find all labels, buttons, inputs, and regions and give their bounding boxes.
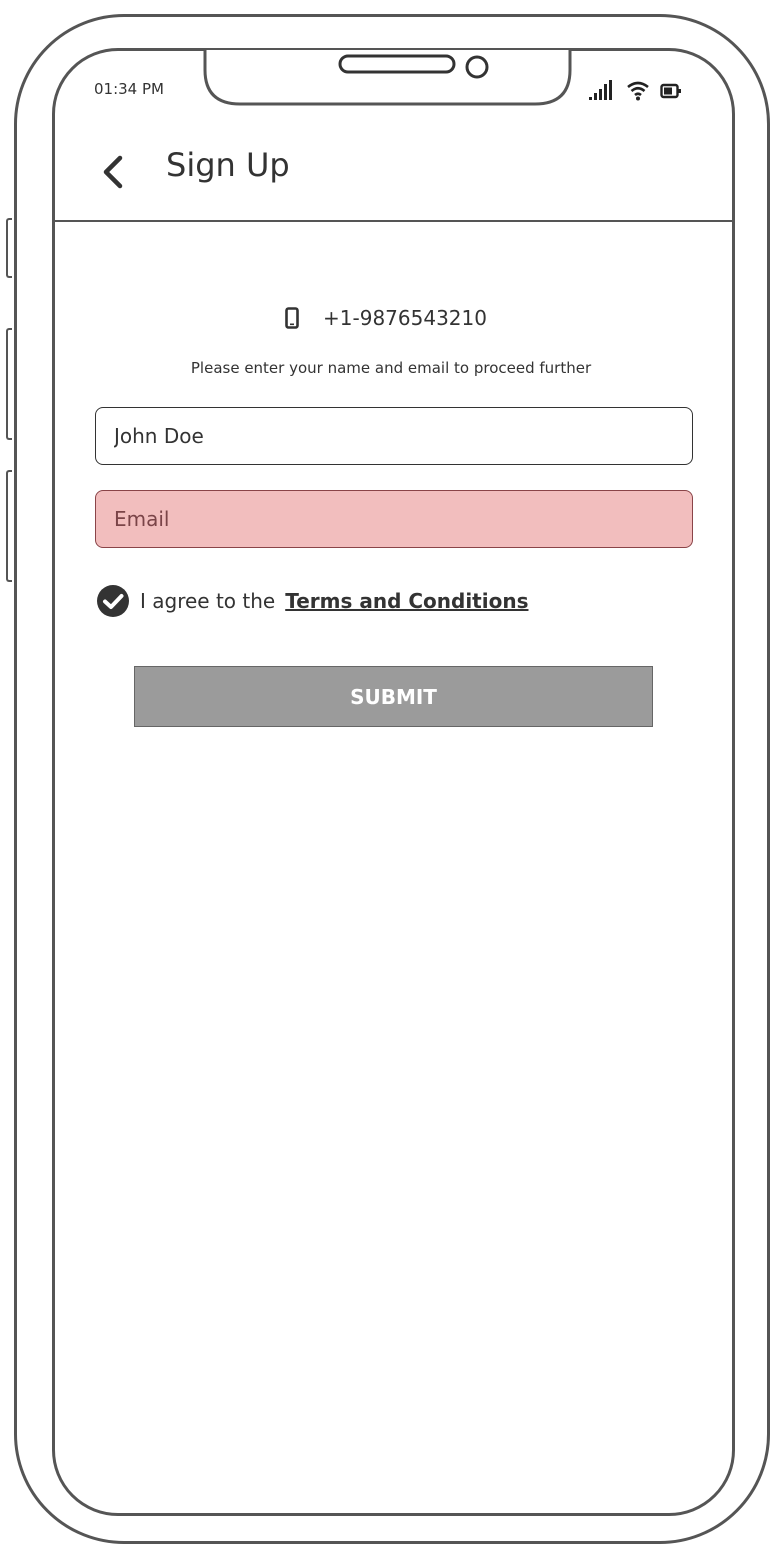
notch [203, 50, 572, 106]
name-field[interactable] [95, 407, 693, 465]
page-title: Sign Up [166, 146, 290, 184]
submit-button[interactable]: SUBMIT [134, 666, 653, 727]
submit-button-label: SUBMIT [350, 684, 437, 709]
wifi-icon [627, 81, 649, 101]
phone-number-row: +1-9876543210 [0, 306, 772, 330]
back-button[interactable] [96, 150, 132, 190]
side-button-middle [6, 328, 12, 440]
checked-checkbox-icon[interactable] [96, 584, 130, 618]
chevron-left-icon[interactable] [96, 150, 132, 190]
agree-text: I agree to the [140, 589, 276, 613]
front-camera [465, 55, 489, 79]
speaker-grille [338, 54, 456, 74]
side-button-top [6, 218, 12, 278]
mobile-phone-icon [285, 307, 299, 329]
email-field[interactable] [95, 490, 693, 548]
phone-number: +1-9876543210 [323, 306, 487, 330]
status-icons [588, 80, 682, 102]
signal-icon [589, 80, 612, 100]
instruction-text: Please enter your name and email to proc… [190, 359, 592, 377]
terms-agreement: I agree to the Terms and Conditions [96, 584, 528, 618]
header-divider [54, 220, 734, 222]
status-time: 01:34 PM [94, 80, 164, 98]
phone-screen [52, 48, 735, 1516]
side-button-bottom [6, 470, 12, 582]
terms-link[interactable]: Terms and Conditions [285, 589, 528, 613]
battery-icon [660, 83, 681, 99]
